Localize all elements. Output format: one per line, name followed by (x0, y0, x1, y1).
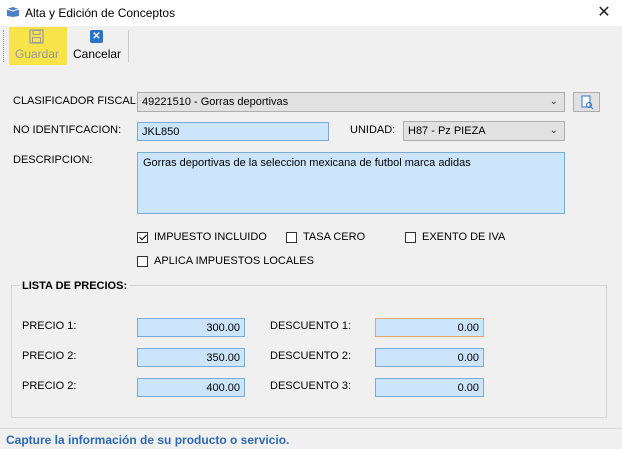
cancel-label: Cancelar (73, 47, 122, 61)
chevron-down-icon: ⌄ (549, 96, 558, 107)
floppy-disk-icon (29, 29, 44, 47)
save-button[interactable]: Guardar (9, 27, 67, 65)
checkbox-box (137, 255, 148, 267)
checkbox-box (286, 231, 297, 243)
descripcion-textarea[interactable]: Gorras deportivas de la seleccion mexica… (137, 152, 565, 214)
precio-2-label: PRECIO 2: (22, 350, 77, 362)
unidad-label: UNIDAD: (350, 124, 396, 136)
checkbox-box (405, 231, 416, 243)
toolbar-grip (3, 30, 6, 62)
impuesto-incluido-label: IMPUESTO INCLUIDO (154, 231, 267, 243)
window-title: Alta y Edición de Conceptos (25, 6, 176, 20)
descripcion-label: DESCRIPCION: (13, 154, 93, 166)
toolbar: Guardar ✕ Cancelar (0, 26, 622, 68)
precio-1-field[interactable]: 300.00 (137, 318, 245, 337)
app-icon (6, 6, 20, 21)
descuento-2-field[interactable]: 0.00 (375, 348, 484, 367)
cancel-button[interactable]: ✕ Cancelar (70, 27, 124, 65)
impuesto-incluido-checkbox[interactable]: IMPUESTO INCLUIDO (137, 231, 267, 243)
chevron-down-icon: ⌄ (549, 125, 558, 136)
search-clasificador-button[interactable] (573, 92, 600, 112)
title-bar: Alta y Edición de Conceptos ✕ (0, 0, 622, 26)
document-search-icon (581, 95, 594, 110)
unidad-select[interactable]: H87 - Pz PIEZA ⌄ (403, 121, 565, 141)
descuento-3-label: DESCUENTO 3: (270, 380, 352, 392)
close-icon: ✕ (90, 30, 103, 43)
impuestos-locales-checkbox[interactable]: APLICA IMPUESTOS LOCALES (137, 255, 314, 267)
tasa-cero-checkbox[interactable]: TASA CERO (286, 231, 365, 243)
clasificador-select[interactable]: 49221510 - Gorras deportivas ⌄ (137, 92, 565, 112)
descuento-1-field[interactable]: 0.00 (375, 318, 484, 337)
exento-iva-checkbox[interactable]: EXENTO DE IVA (405, 231, 505, 243)
clasificador-value: 49221510 - Gorras deportivas (142, 96, 289, 108)
descuento-1-label: DESCUENTO 1: (270, 320, 352, 332)
descuento-3-field[interactable]: 0.00 (375, 378, 484, 397)
tasa-cero-label: TASA CERO (303, 231, 366, 243)
status-text: Capture la información de su producto o … (6, 433, 290, 447)
identificacion-field[interactable]: JKL850 (137, 122, 329, 141)
checkbox-box (137, 231, 148, 243)
precio-3-field[interactable]: 400.00 (137, 378, 245, 397)
exento-iva-label: EXENTO DE IVA (422, 231, 506, 243)
lista-precios-title: LISTA DE PRECIOS: (20, 280, 130, 292)
impuestos-locales-label: APLICA IMPUESTOS LOCALES (154, 255, 314, 267)
clasificador-label: CLASIFICADOR FISCAL: (13, 95, 139, 107)
unidad-value: H87 - Pz PIEZA (408, 125, 486, 137)
status-bar: Capture la información de su producto o … (0, 428, 622, 449)
toolbar-separator (128, 30, 129, 62)
identificacion-label: NO IDENTIFCACION: (13, 124, 122, 136)
close-icon[interactable]: ✕ (592, 2, 616, 24)
precio-1-label: PRECIO 1: (22, 320, 77, 332)
precio-3-label: PRECIO 2: (22, 380, 77, 392)
save-label: Guardar (15, 47, 60, 61)
precio-2-field[interactable]: 350.00 (137, 348, 245, 367)
descuento-2-label: DESCUENTO 2: (270, 350, 352, 362)
